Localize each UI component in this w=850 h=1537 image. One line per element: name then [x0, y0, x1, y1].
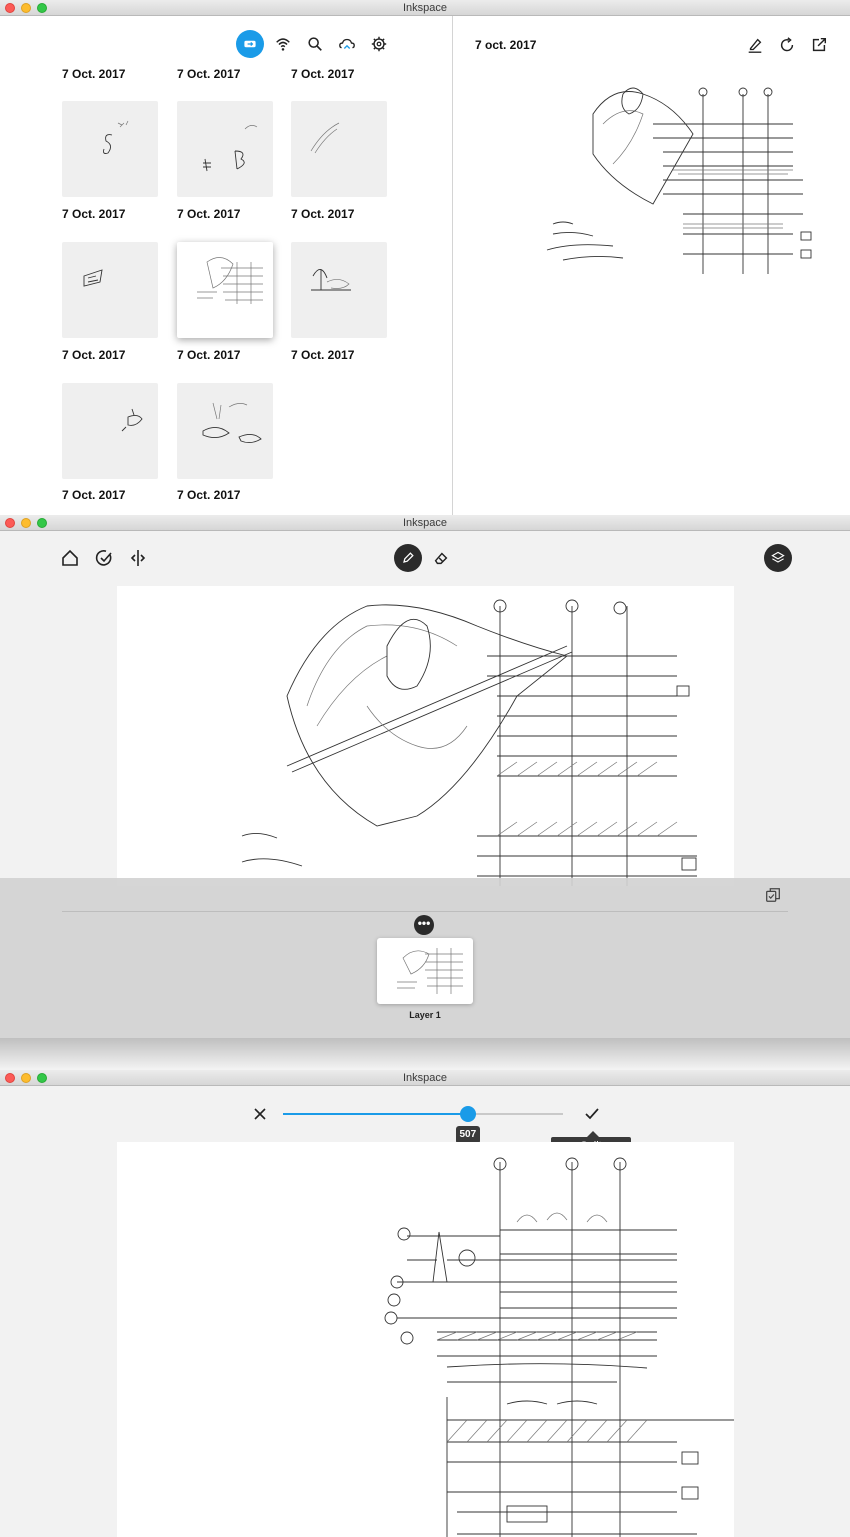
preview-date: 7 oct. 2017 [475, 38, 537, 52]
split-slider[interactable] [283, 1106, 563, 1122]
drawing-canvas[interactable] [117, 1142, 734, 1537]
sketch-thumbnail[interactable] [62, 383, 158, 479]
close-window-button[interactable] [5, 1073, 15, 1083]
sketch-thumbnail[interactable] [291, 101, 387, 197]
layers-panel: ••• Layer 1 [0, 878, 850, 1038]
import-icon[interactable] [236, 30, 264, 58]
cancel-split-icon[interactable] [252, 1106, 268, 1122]
window-titlebar: Inkspace [0, 1070, 850, 1086]
sketch-date: 7 Oct. 2017 [62, 67, 126, 81]
window-title: Inkspace [402, 517, 448, 529]
wifi-icon[interactable] [272, 33, 294, 55]
sketch-thumbnail[interactable] [291, 242, 387, 338]
traffic-lights [5, 518, 47, 528]
drawing-canvas[interactable] [117, 586, 734, 886]
traffic-lights [5, 3, 47, 13]
sketch-drawing [241, 599, 697, 886]
editor-center-toolbar [394, 544, 450, 572]
split-icon[interactable] [128, 548, 148, 568]
sketch-thumbnail[interactable] [177, 101, 273, 197]
zoom-window-button[interactable] [37, 1073, 47, 1083]
traffic-lights [5, 1073, 47, 1083]
zoom-window-button[interactable] [37, 3, 47, 13]
split-slider-fill [283, 1113, 468, 1115]
library-toolbar [236, 30, 400, 58]
split-window: Inkspace 507 Split [0, 1070, 850, 1537]
sketch-thumbnail-selected[interactable] [177, 242, 273, 338]
window-titlebar: Inkspace [0, 0, 850, 16]
share-icon[interactable] [810, 36, 828, 54]
layers-divider [62, 911, 788, 912]
duplicate-layer-icon[interactable] [764, 886, 782, 909]
edit-icon[interactable] [746, 36, 764, 54]
minimize-window-button[interactable] [21, 3, 31, 13]
split-slider-handle[interactable] [460, 1106, 476, 1122]
sketch-thumbnail[interactable] [177, 383, 273, 479]
sketch-date: 7 Oct. 2017 [62, 488, 126, 502]
sketch-date: 7 Oct. 2017 [177, 348, 241, 362]
sketch-date: 7 Oct. 2017 [291, 207, 355, 221]
close-window-button[interactable] [5, 3, 15, 13]
sketch-thumbnail[interactable] [62, 101, 158, 197]
library-panel: 7 Oct. 2017 7 Oct. 2017 7 Oct. 2017 7 Oc… [0, 16, 452, 515]
sketch-date: 7 Oct. 2017 [291, 67, 355, 81]
confirm-split-icon[interactable] [583, 1105, 601, 1123]
split-sketch-drawing [384, 1157, 734, 1537]
layers-icon[interactable] [764, 544, 792, 572]
rotate-icon[interactable] [778, 36, 796, 54]
editor-left-toolbar [60, 548, 148, 568]
eraser-icon[interactable] [432, 549, 450, 567]
check-circle-icon[interactable] [94, 548, 114, 568]
library-window: Inkspace 7 Oct. 2017 7 Oct. 2017 7 Oct. … [0, 0, 850, 515]
preview-sketch [546, 87, 812, 274]
preview-toolbar [746, 36, 828, 54]
sketch-date: 7 Oct. 2017 [62, 207, 126, 221]
home-icon[interactable] [60, 548, 80, 568]
layer-thumbnail[interactable] [377, 938, 473, 1004]
window-shadow [0, 1038, 850, 1070]
zoom-window-button[interactable] [37, 518, 47, 528]
cloud-upload-icon[interactable] [336, 33, 358, 55]
pen-icon[interactable] [394, 544, 422, 572]
minimize-window-button[interactable] [21, 1073, 31, 1083]
layer-options-button[interactable]: ••• [414, 915, 434, 935]
window-titlebar: Inkspace [0, 515, 850, 531]
sketch-date: 7 Oct. 2017 [177, 488, 241, 502]
sketch-date: 7 Oct. 2017 [177, 207, 241, 221]
minimize-window-button[interactable] [21, 518, 31, 528]
layer-name: Layer 1 [409, 1010, 441, 1020]
preview-panel: 7 oct. 2017 [453, 16, 850, 515]
sketch-date: 7 Oct. 2017 [291, 348, 355, 362]
close-window-button[interactable] [5, 518, 15, 528]
editor-window: Inkspace ••• Layer 1 [0, 515, 850, 1070]
window-title: Inkspace [402, 2, 448, 14]
settings-gear-icon[interactable] [368, 33, 390, 55]
window-title: Inkspace [402, 1072, 448, 1084]
sketch-thumbnail[interactable] [62, 242, 158, 338]
search-icon[interactable] [304, 33, 326, 55]
sketch-date: 7 Oct. 2017 [62, 348, 126, 362]
sketch-date: 7 Oct. 2017 [177, 67, 241, 81]
